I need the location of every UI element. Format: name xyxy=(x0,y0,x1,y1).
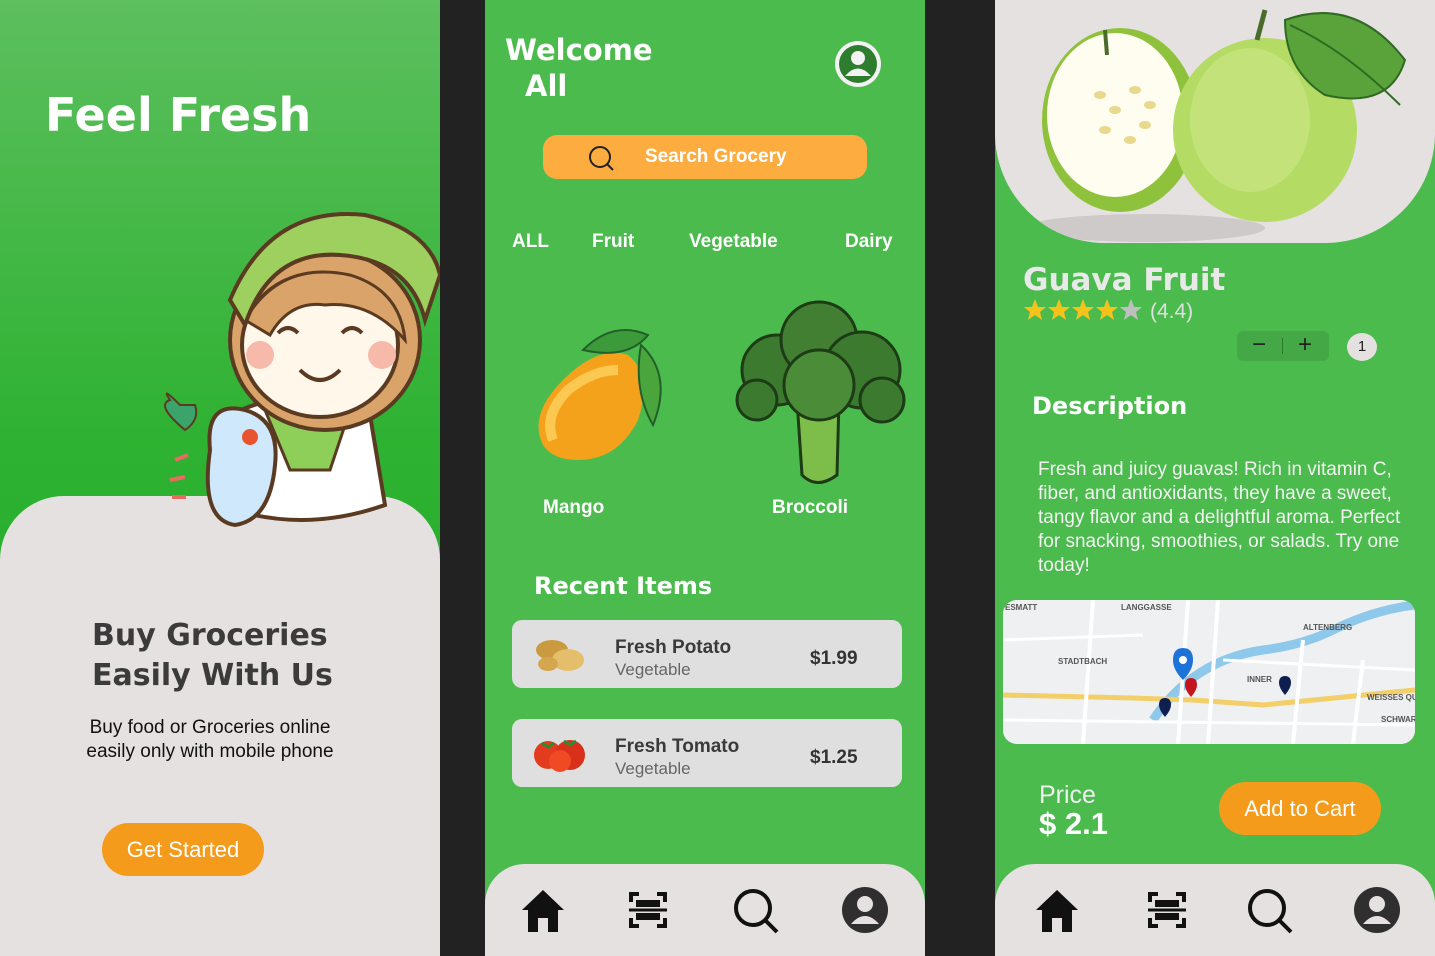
item-type: Vegetable xyxy=(615,759,691,778)
product-detail-screen: Guava Fruit (4.4) − + 1 Description Fres… xyxy=(995,0,1435,956)
map-label: INNER xyxy=(1247,675,1272,684)
product-hero xyxy=(995,0,1435,243)
map-label: LANGGASSE xyxy=(1121,603,1172,612)
tab-vegetable[interactable]: Vegetable xyxy=(689,231,778,253)
map-label: STADTBACH xyxy=(1058,657,1107,666)
description-heading: Description xyxy=(1032,392,1188,420)
subtext-line-1: Buy food or Groceries online xyxy=(89,717,331,738)
map-label: WEISSES QUARTIER xyxy=(1367,693,1415,702)
recent-items-heading: Recent Items xyxy=(534,572,713,600)
search-icon xyxy=(589,146,614,171)
bottom-nav xyxy=(485,864,925,956)
recent-item-row[interactable]: Fresh Tomato Vegetable $1.25 xyxy=(512,719,902,787)
bottom-nav xyxy=(995,864,1435,956)
home-screen: Welcome All Search Grocery ALL Fruit Veg… xyxy=(485,0,925,956)
item-name: Fresh Potato xyxy=(615,637,732,658)
onboarding-subtext: Buy food or Groceries online easily only… xyxy=(40,716,380,764)
quantity-stepper: − + xyxy=(1237,331,1329,361)
item-type: Vegetable xyxy=(615,660,691,679)
app-tagline: Feel Fresh xyxy=(45,88,312,142)
tab-all[interactable]: ALL xyxy=(512,231,549,253)
map-label: ESMATT xyxy=(1005,603,1037,612)
store-location-map[interactable]: ESMATT LANGGASSE ALTENBERG STADTBACH INN… xyxy=(1003,600,1415,744)
home-icon[interactable] xyxy=(518,886,568,934)
price-value: $ 2.1 xyxy=(1039,806,1108,841)
broccoli-image[interactable] xyxy=(727,300,909,490)
search-bar[interactable]: Search Grocery xyxy=(543,135,867,179)
welcome-line-2: All xyxy=(525,69,568,103)
product-name: Guava Fruit xyxy=(1023,262,1226,298)
quantity-badge: 1 xyxy=(1347,333,1377,361)
tab-fruit[interactable]: Fruit xyxy=(592,231,634,253)
rating-text: (4.4) xyxy=(1150,300,1194,323)
onboarding-screen: Feel Fresh Buy Groceries Easily With Us xyxy=(0,0,440,956)
search-icon[interactable] xyxy=(731,886,781,934)
subtext-line-2: easily only with mobile phone xyxy=(86,741,334,762)
search-placeholder: Search Grocery xyxy=(645,146,787,167)
welcome-line-1: Welcome xyxy=(505,33,653,67)
map-label: ALTENBERG xyxy=(1303,623,1352,632)
search-icon[interactable] xyxy=(1245,886,1295,934)
headline-line-2: Easily With Us xyxy=(92,658,333,693)
welcome-heading: Welcome All xyxy=(505,32,653,104)
map-graphic: ESMATT LANGGASSE ALTENBERG STADTBACH INN… xyxy=(1003,600,1415,744)
get-started-button[interactable]: Get Started xyxy=(102,823,264,876)
category-tabs: ALL Fruit Vegetable Dairy xyxy=(485,231,925,257)
map-label: SCHWAR QUART xyxy=(1381,715,1415,724)
item-name: Fresh Tomato xyxy=(615,736,740,757)
profile-icon[interactable] xyxy=(840,886,890,934)
headline-line-1: Buy Groceries xyxy=(92,618,328,653)
decrement-button[interactable]: − xyxy=(1237,331,1281,361)
profile-avatar-icon[interactable] xyxy=(835,41,881,87)
shopper-girl-illustration xyxy=(164,212,440,528)
tab-dairy[interactable]: Dairy xyxy=(845,231,893,253)
increment-button[interactable]: + xyxy=(1283,331,1327,361)
potato-thumbnail xyxy=(536,640,584,671)
guava-image xyxy=(1025,9,1407,242)
description-text: Fresh and juicy guavas! Rich in vitamin … xyxy=(1038,459,1401,576)
scan-icon[interactable] xyxy=(623,886,673,934)
mango-image[interactable] xyxy=(523,320,683,470)
profile-icon[interactable] xyxy=(1352,886,1402,934)
rating-stars-icon xyxy=(1024,299,1142,320)
item-price: $1.99 xyxy=(810,648,858,669)
scan-icon[interactable] xyxy=(1142,886,1192,934)
product-label-broccoli: Broccoli xyxy=(772,497,849,518)
onboarding-headline: Buy Groceries Easily With Us xyxy=(92,616,333,696)
item-price: $1.25 xyxy=(810,747,858,768)
recent-item-row[interactable]: Fresh Potato Vegetable $1.99 xyxy=(512,620,902,688)
add-to-cart-button[interactable]: Add to Cart xyxy=(1219,782,1381,835)
tomato-thumbnail xyxy=(534,739,585,772)
home-icon[interactable] xyxy=(1032,886,1082,934)
product-label-mango: Mango xyxy=(543,497,605,518)
